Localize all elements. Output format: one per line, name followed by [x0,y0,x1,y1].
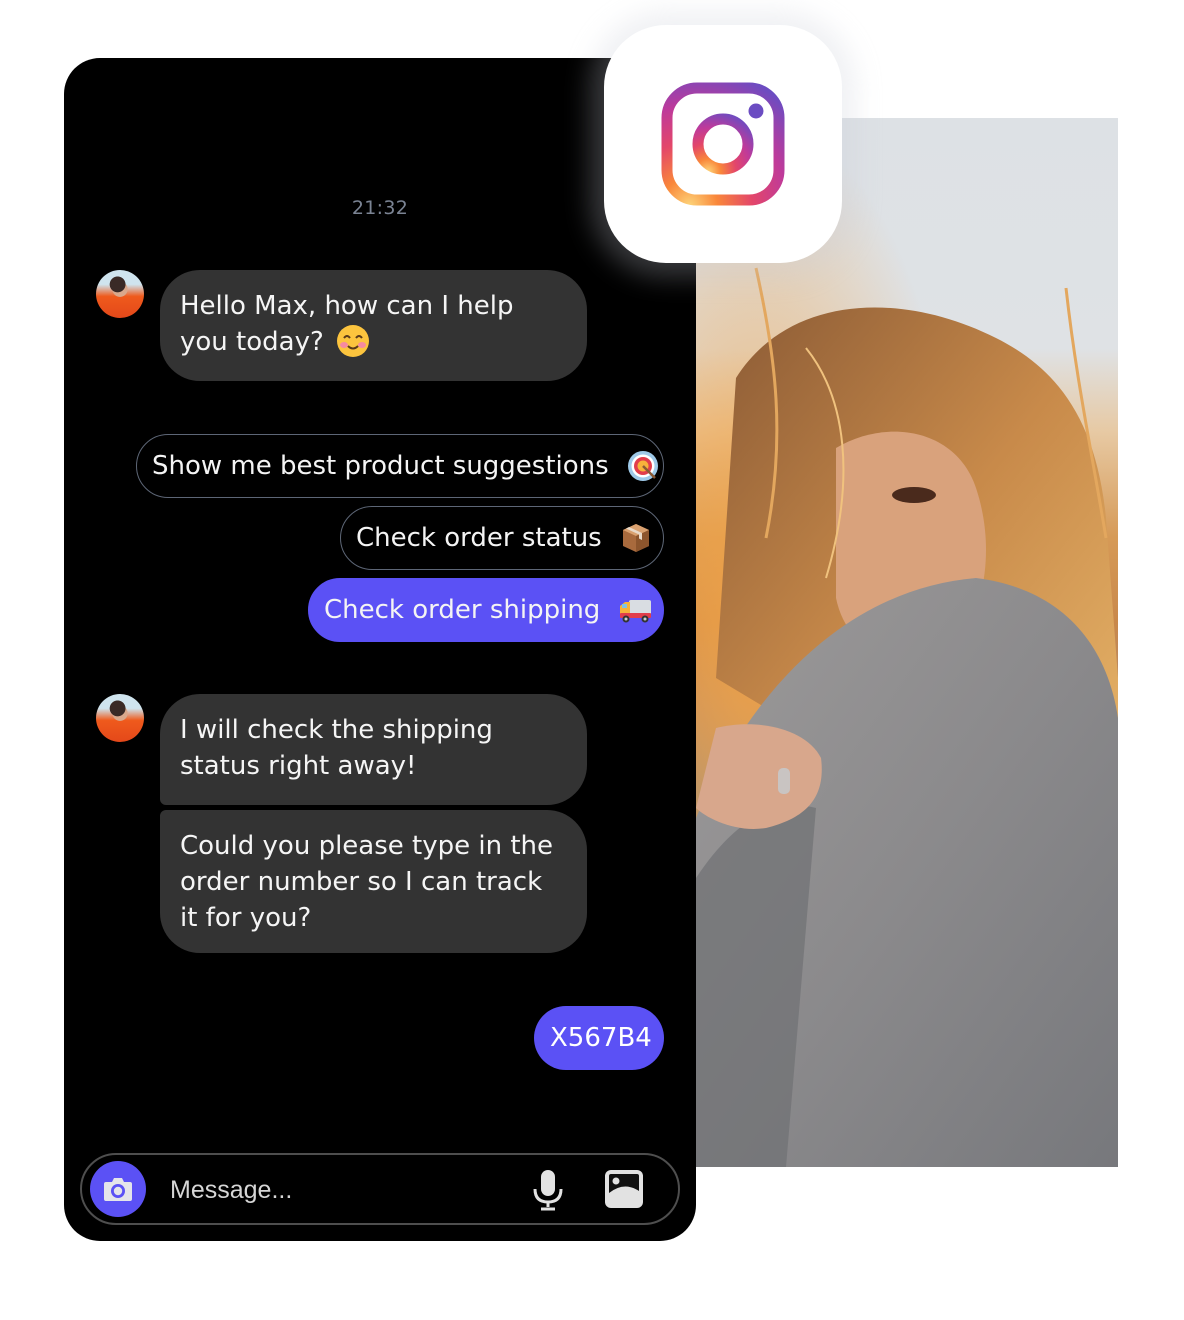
hero-photo [696,118,1118,1167]
bot-avatar[interactable] [96,270,144,318]
bot-avatar[interactable] [96,694,144,742]
gallery-button[interactable] [604,1169,644,1209]
hero-photo-illustration [696,118,1118,1167]
bot-message: I will check the shipping status right a… [160,694,587,805]
microphone-button[interactable] [530,1169,566,1211]
message-composer [80,1153,680,1225]
chat-panel: 21:32 Hello Max, how can I help you toda… [64,58,696,1241]
message-input[interactable] [168,1163,502,1217]
microphone-icon [533,1170,563,1211]
message-text: Could you please type in the order numbe… [180,831,554,933]
gallery-icon [605,1170,643,1208]
quick-reply-order-shipping[interactable]: Check order shipping [308,578,664,642]
package-icon [620,522,652,554]
message-text: X567B4 [550,1023,652,1053]
smiling-blush-emoji-icon [332,325,370,357]
quick-reply-order-status[interactable]: Check order status [340,506,664,570]
quick-reply-label: Check order shipping [324,595,601,625]
quick-reply-label: Check order status [356,523,602,553]
camera-icon [104,1178,132,1201]
quick-reply-label: Show me best product suggestions [152,451,609,481]
camera-button[interactable] [90,1161,146,1217]
user-message: X567B4 [534,1006,664,1070]
message-text: I will check the shipping status right a… [180,715,493,781]
message-timestamp: 21:32 [351,197,409,219]
truck-icon [618,594,652,626]
quick-reply-product-suggestions[interactable]: Show me best product suggestions [136,434,664,498]
target-icon [627,450,659,482]
instagram-badge [604,25,842,263]
bot-message: Could you please type in the order numbe… [160,810,587,953]
bot-message: Hello Max, how can I help you today? [160,270,587,381]
instagram-logo-icon [661,82,785,206]
